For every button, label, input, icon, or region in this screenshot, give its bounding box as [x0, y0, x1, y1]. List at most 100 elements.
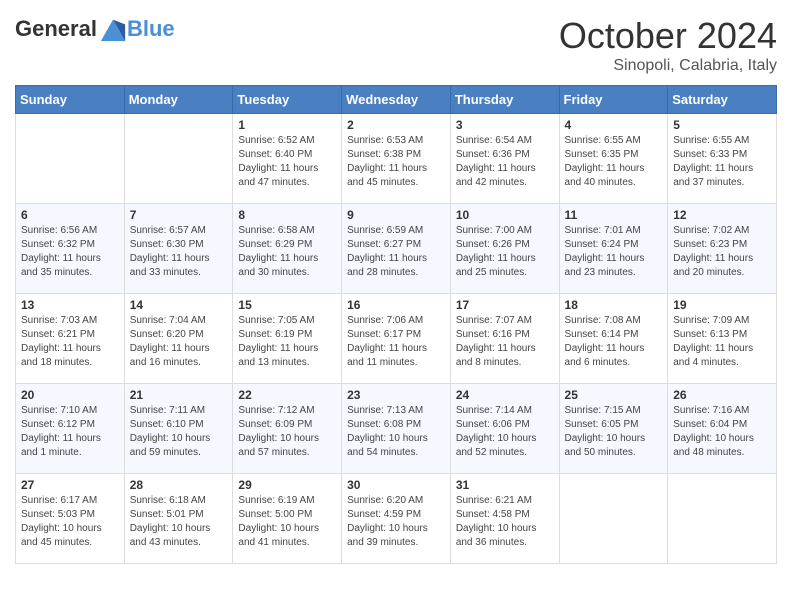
calendar-cell: 14 Sunrise: 7:04 AM Sunset: 6:20 PM Dayli… — [124, 294, 233, 384]
weekday-header-monday: Monday — [124, 86, 233, 114]
calendar-week-row: 1 Sunrise: 6:52 AM Sunset: 6:40 PM Daylig… — [16, 114, 777, 204]
weekday-header-saturday: Saturday — [668, 86, 777, 114]
day-number: 9 — [347, 208, 445, 222]
logo-blue: Blue — [127, 16, 175, 42]
day-info: Sunrise: 7:05 AM Sunset: 6:19 PM Dayligh… — [238, 314, 336, 370]
weekday-header-wednesday: Wednesday — [342, 86, 451, 114]
calendar-table: SundayMondayTuesdayWednesdayThursdayFrid… — [15, 85, 777, 564]
calendar-cell: 4Sunrise: 6:55 AM Sunset: 6:35 PM Daylig… — [559, 114, 668, 204]
day-info: Sunrise: 7:08 AM Sunset: 6:14 PM Dayligh… — [565, 314, 663, 370]
calendar-cell: 27 Sunrise: 6:17 AM Sunset: 5:03 PM Dayli… — [16, 474, 125, 564]
day-number: 12 — [673, 208, 771, 222]
weekday-header-friday: Friday — [559, 86, 668, 114]
calendar-cell: 15 Sunrise: 7:05 AM Sunset: 6:19 PM Dayli… — [233, 294, 342, 384]
calendar-cell: 23 Sunrise: 7:13 AM Sunset: 6:08 PM Dayli… — [342, 384, 451, 474]
calendar-cell: 12Sunrise: 7:02 AM Sunset: 6:23 PM Dayli… — [668, 204, 777, 294]
calendar-cell: 11 Sunrise: 7:01 AM Sunset: 6:24 PM Dayli… — [559, 204, 668, 294]
calendar-cell: 20Sunrise: 7:10 AM Sunset: 6:12 PM Dayli… — [16, 384, 125, 474]
day-number: 11 — [565, 208, 663, 222]
calendar-cell: 9 Sunrise: 6:59 AM Sunset: 6:27 PM Daylig… — [342, 204, 451, 294]
day-number: 13 — [21, 298, 119, 312]
calendar-cell — [16, 114, 125, 204]
logo: General Blue — [15, 15, 175, 43]
calendar-cell: 17 Sunrise: 7:07 AM Sunset: 6:16 PM Dayli… — [450, 294, 559, 384]
calendar-cell: 5 Sunrise: 6:55 AM Sunset: 6:33 PM Daylig… — [668, 114, 777, 204]
day-info: Sunrise: 7:01 AM Sunset: 6:24 PM Dayligh… — [565, 224, 663, 280]
calendar-cell: 2 Sunrise: 6:53 AM Sunset: 6:38 PM Daylig… — [342, 114, 451, 204]
day-number: 21 — [130, 388, 228, 402]
day-number: 26 — [673, 388, 771, 402]
day-number: 10 — [456, 208, 554, 222]
calendar-cell: 26 Sunrise: 7:16 AM Sunset: 6:04 PM Dayli… — [668, 384, 777, 474]
day-info: Sunrise: 7:06 AM Sunset: 6:17 PM Dayligh… — [347, 314, 445, 370]
day-number: 8 — [238, 208, 336, 222]
calendar-week-row: 6 Sunrise: 6:56 AM Sunset: 6:32 PM Daylig… — [16, 204, 777, 294]
calendar-cell: 1 Sunrise: 6:52 AM Sunset: 6:40 PM Daylig… — [233, 114, 342, 204]
logo-general: General — [15, 16, 97, 42]
day-number: 14 — [130, 298, 228, 312]
page-header: General Blue October 2024 Sinopoli, Cala… — [15, 15, 777, 75]
calendar-cell — [124, 114, 233, 204]
calendar-cell: 28Sunrise: 6:18 AM Sunset: 5:01 PM Dayli… — [124, 474, 233, 564]
day-info: Sunrise: 7:14 AM Sunset: 6:06 PM Dayligh… — [456, 404, 554, 460]
day-number: 25 — [565, 388, 663, 402]
day-number: 17 — [456, 298, 554, 312]
day-number: 1 — [238, 118, 336, 132]
day-info: Sunrise: 6:55 AM Sunset: 6:33 PM Dayligh… — [673, 134, 771, 190]
weekday-header-thursday: Thursday — [450, 86, 559, 114]
day-number: 15 — [238, 298, 336, 312]
day-number: 7 — [130, 208, 228, 222]
day-number: 23 — [347, 388, 445, 402]
weekday-header-sunday: Sunday — [16, 86, 125, 114]
calendar-cell: 31Sunrise: 6:21 AM Sunset: 4:58 PM Dayli… — [450, 474, 559, 564]
day-info: Sunrise: 6:58 AM Sunset: 6:29 PM Dayligh… — [238, 224, 336, 280]
day-info: Sunrise: 7:04 AM Sunset: 6:20 PM Dayligh… — [130, 314, 228, 370]
calendar-cell: 25 Sunrise: 7:15 AM Sunset: 6:05 PM Dayli… — [559, 384, 668, 474]
day-number: 3 — [456, 118, 554, 132]
day-number: 6 — [21, 208, 119, 222]
day-info: Sunrise: 6:53 AM Sunset: 6:38 PM Dayligh… — [347, 134, 445, 190]
title-area: October 2024 Sinopoli, Calabria, Italy — [559, 15, 777, 75]
day-number: 4 — [565, 118, 663, 132]
day-info: Sunrise: 7:00 AM Sunset: 6:26 PM Dayligh… — [456, 224, 554, 280]
day-info: Sunrise: 7:09 AM Sunset: 6:13 PM Dayligh… — [673, 314, 771, 370]
day-info: Sunrise: 6:52 AM Sunset: 6:40 PM Dayligh… — [238, 134, 336, 190]
calendar-cell: 21 Sunrise: 7:11 AM Sunset: 6:10 PM Dayli… — [124, 384, 233, 474]
calendar-week-row: 27 Sunrise: 6:17 AM Sunset: 5:03 PM Dayli… — [16, 474, 777, 564]
day-number: 27 — [21, 478, 119, 492]
calendar-week-row: 20Sunrise: 7:10 AM Sunset: 6:12 PM Dayli… — [16, 384, 777, 474]
day-number: 28 — [130, 478, 228, 492]
day-info: Sunrise: 7:16 AM Sunset: 6:04 PM Dayligh… — [673, 404, 771, 460]
calendar-cell: 7 Sunrise: 6:57 AM Sunset: 6:30 PM Daylig… — [124, 204, 233, 294]
day-info: Sunrise: 7:11 AM Sunset: 6:10 PM Dayligh… — [130, 404, 228, 460]
calendar-cell: 18Sunrise: 7:08 AM Sunset: 6:14 PM Dayli… — [559, 294, 668, 384]
day-info: Sunrise: 6:17 AM Sunset: 5:03 PM Dayligh… — [21, 494, 119, 550]
day-info: Sunrise: 7:15 AM Sunset: 6:05 PM Dayligh… — [565, 404, 663, 460]
calendar-cell: 30Sunrise: 6:20 AM Sunset: 4:59 PM Dayli… — [342, 474, 451, 564]
location-subtitle: Sinopoli, Calabria, Italy — [559, 57, 777, 75]
day-info: Sunrise: 6:20 AM Sunset: 4:59 PM Dayligh… — [347, 494, 445, 550]
calendar-cell — [559, 474, 668, 564]
day-number: 24 — [456, 388, 554, 402]
day-number: 2 — [347, 118, 445, 132]
logo-icon — [99, 15, 127, 43]
day-info: Sunrise: 7:07 AM Sunset: 6:16 PM Dayligh… — [456, 314, 554, 370]
month-title: October 2024 — [559, 15, 777, 57]
day-info: Sunrise: 7:13 AM Sunset: 6:08 PM Dayligh… — [347, 404, 445, 460]
day-info: Sunrise: 6:59 AM Sunset: 6:27 PM Dayligh… — [347, 224, 445, 280]
day-info: Sunrise: 6:56 AM Sunset: 6:32 PM Dayligh… — [21, 224, 119, 280]
day-info: Sunrise: 7:10 AM Sunset: 6:12 PM Dayligh… — [21, 404, 119, 460]
day-info: Sunrise: 6:19 AM Sunset: 5:00 PM Dayligh… — [238, 494, 336, 550]
calendar-cell: 29Sunrise: 6:19 AM Sunset: 5:00 PM Dayli… — [233, 474, 342, 564]
day-info: Sunrise: 7:03 AM Sunset: 6:21 PM Dayligh… — [21, 314, 119, 370]
weekday-header-row: SundayMondayTuesdayWednesdayThursdayFrid… — [16, 86, 777, 114]
day-number: 22 — [238, 388, 336, 402]
calendar-week-row: 13 Sunrise: 7:03 AM Sunset: 6:21 PM Dayli… — [16, 294, 777, 384]
calendar-cell: 8 Sunrise: 6:58 AM Sunset: 6:29 PM Daylig… — [233, 204, 342, 294]
day-number: 5 — [673, 118, 771, 132]
day-info: Sunrise: 6:57 AM Sunset: 6:30 PM Dayligh… — [130, 224, 228, 280]
day-info: Sunrise: 7:12 AM Sunset: 6:09 PM Dayligh… — [238, 404, 336, 460]
calendar-cell — [668, 474, 777, 564]
day-number: 19 — [673, 298, 771, 312]
day-number: 31 — [456, 478, 554, 492]
